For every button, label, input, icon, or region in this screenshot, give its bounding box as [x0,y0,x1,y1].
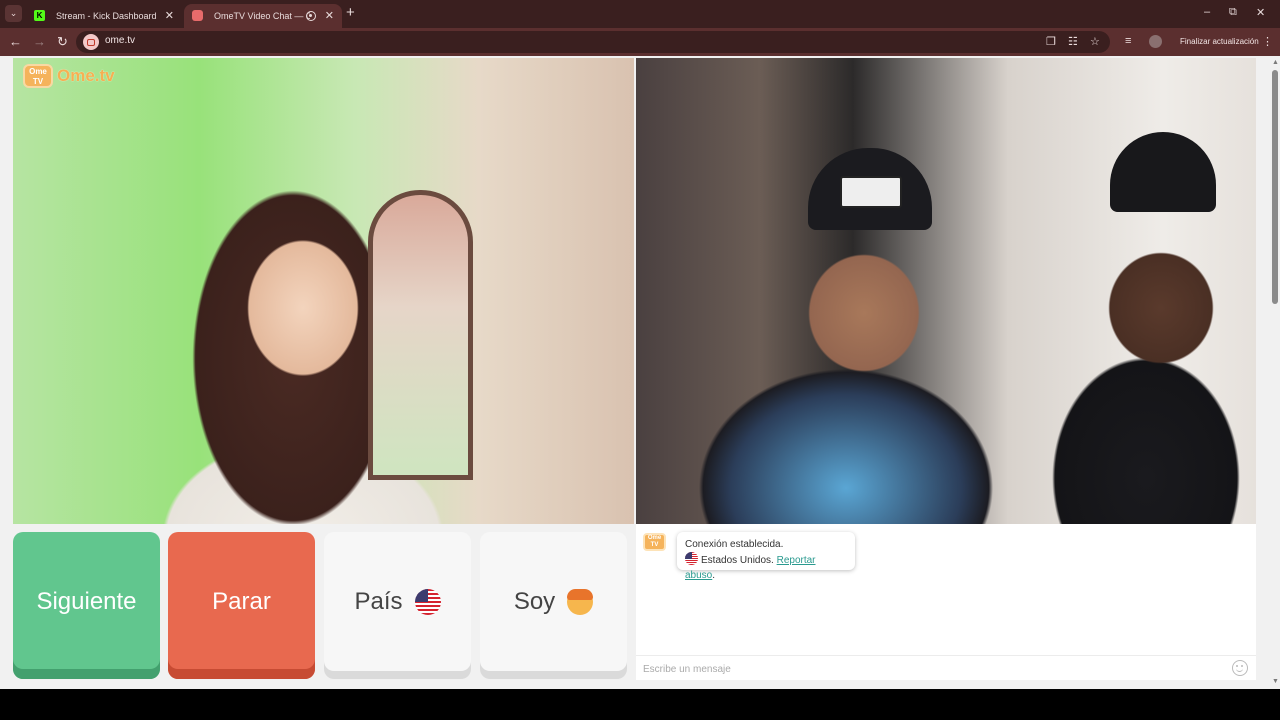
logo-text: Ome.tv [57,66,115,85]
video-mirror [368,190,473,480]
remote-video [636,58,1256,524]
tab-ometv[interactable]: OmeTV Video Chat — Omegle ✕ [184,4,342,28]
update-button[interactable]: Finalizar actualización [1170,32,1269,52]
cast-icon[interactable]: ❐ [1046,35,1056,48]
forward-icon[interactable]: → [33,34,46,49]
avatar[interactable] [1149,35,1162,48]
country-label: País [354,587,403,615]
site-info-icon[interactable] [83,34,99,50]
media-control-icon[interactable]: ≡ [1125,35,1131,47]
next-label: Siguiente [36,587,137,615]
video-cap [808,148,932,230]
stop-label: Parar [212,587,271,615]
close-icon[interactable]: ✕ [325,9,334,22]
gender-label: Soy [513,587,556,615]
tab-title: Stream - Kick Dashboard [56,11,157,21]
back-icon[interactable]: ← [9,34,22,49]
window-close-icon[interactable]: ✕ [1256,6,1265,19]
next-button[interactable]: Siguiente [13,532,160,679]
ometv-icon [192,10,203,21]
gender-button[interactable]: Soy [480,532,627,679]
url-text: ome.tv [105,35,136,46]
tab-title: OmeTV Video Chat — Omegle [214,11,310,21]
boy-emoji-icon [567,588,594,615]
ometv-logo[interactable]: Ome TV Ome.tv [23,64,115,88]
logo-badge: Ome TV [23,64,53,88]
recording-icon [306,11,316,21]
reload-icon[interactable]: ↻ [57,34,68,50]
menu-kebab-icon[interactable]: ⋮ [1262,35,1273,48]
tab-bar: ⌄ K Stream - Kick Dashboard ✕ OmeTV Vide… [0,0,1280,28]
country-button[interactable]: País [324,532,471,679]
tab-search-chevron-icon[interactable]: ⌄ [5,5,22,22]
video-cap [1110,132,1216,212]
address-bar[interactable]: ome.tv ❐ ☷ ☆ [76,31,1110,53]
browser-toolbar: ← → ↻ ome.tv ❐ ☷ ☆ ≡ Finalizar actualiza… [0,28,1280,56]
ometv-page: Ome TV Ome.tv Siguiente Parar País Soy O… [0,56,1280,689]
stop-button[interactable]: Parar [168,532,315,679]
partner-country: Estados Unidos. Reportar abuso. [685,552,847,583]
emoji-smiley-icon[interactable] [1232,660,1248,676]
local-video: Ome TV Ome.tv [13,58,634,524]
kick-icon: K [34,10,45,21]
tab-kick-dashboard[interactable]: K Stream - Kick Dashboard ✕ [26,4,182,28]
close-icon[interactable]: ✕ [165,9,174,22]
ometv-chat-icon: Ome TV [643,533,666,551]
country-name: Estados Unidos. [701,555,774,566]
chat-panel: Ome TV Conexión establecida. Estados Uni… [636,524,1256,680]
system-message: Conexión establecida. Estados Unidos. Re… [677,532,855,581]
us-flag-icon [414,588,441,615]
translate-icon[interactable]: ☷ [1068,35,1078,48]
minimize-icon[interactable]: – [1204,6,1210,18]
restore-icon[interactable]: ⧉ [1229,6,1237,19]
us-flag-icon [685,552,698,565]
scrollbar-thumb[interactable] [1272,70,1278,304]
bookmark-star-icon[interactable]: ☆ [1090,35,1100,48]
new-tab-icon[interactable]: + [346,4,355,21]
scrollbar[interactable]: ▲ ▼ [1270,56,1280,689]
message-input[interactable] [643,661,1223,677]
connection-status: Conexión establecida. [685,539,784,550]
report-suffix: . [712,570,716,581]
scroll-down-icon[interactable]: ▼ [1272,678,1279,685]
message-composer [636,655,1256,680]
scroll-up-icon[interactable]: ▲ [1272,59,1279,66]
